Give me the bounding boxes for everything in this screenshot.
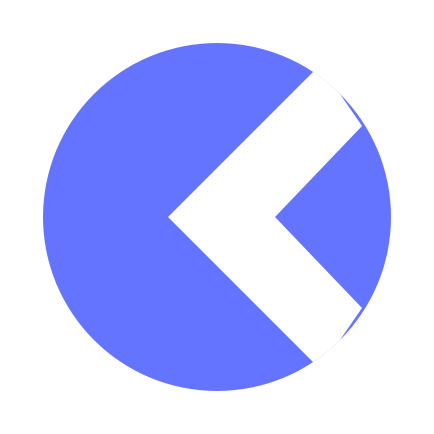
logo-canvas [0,0,434,434]
chevron-left-circle-logo-icon [43,43,391,391]
